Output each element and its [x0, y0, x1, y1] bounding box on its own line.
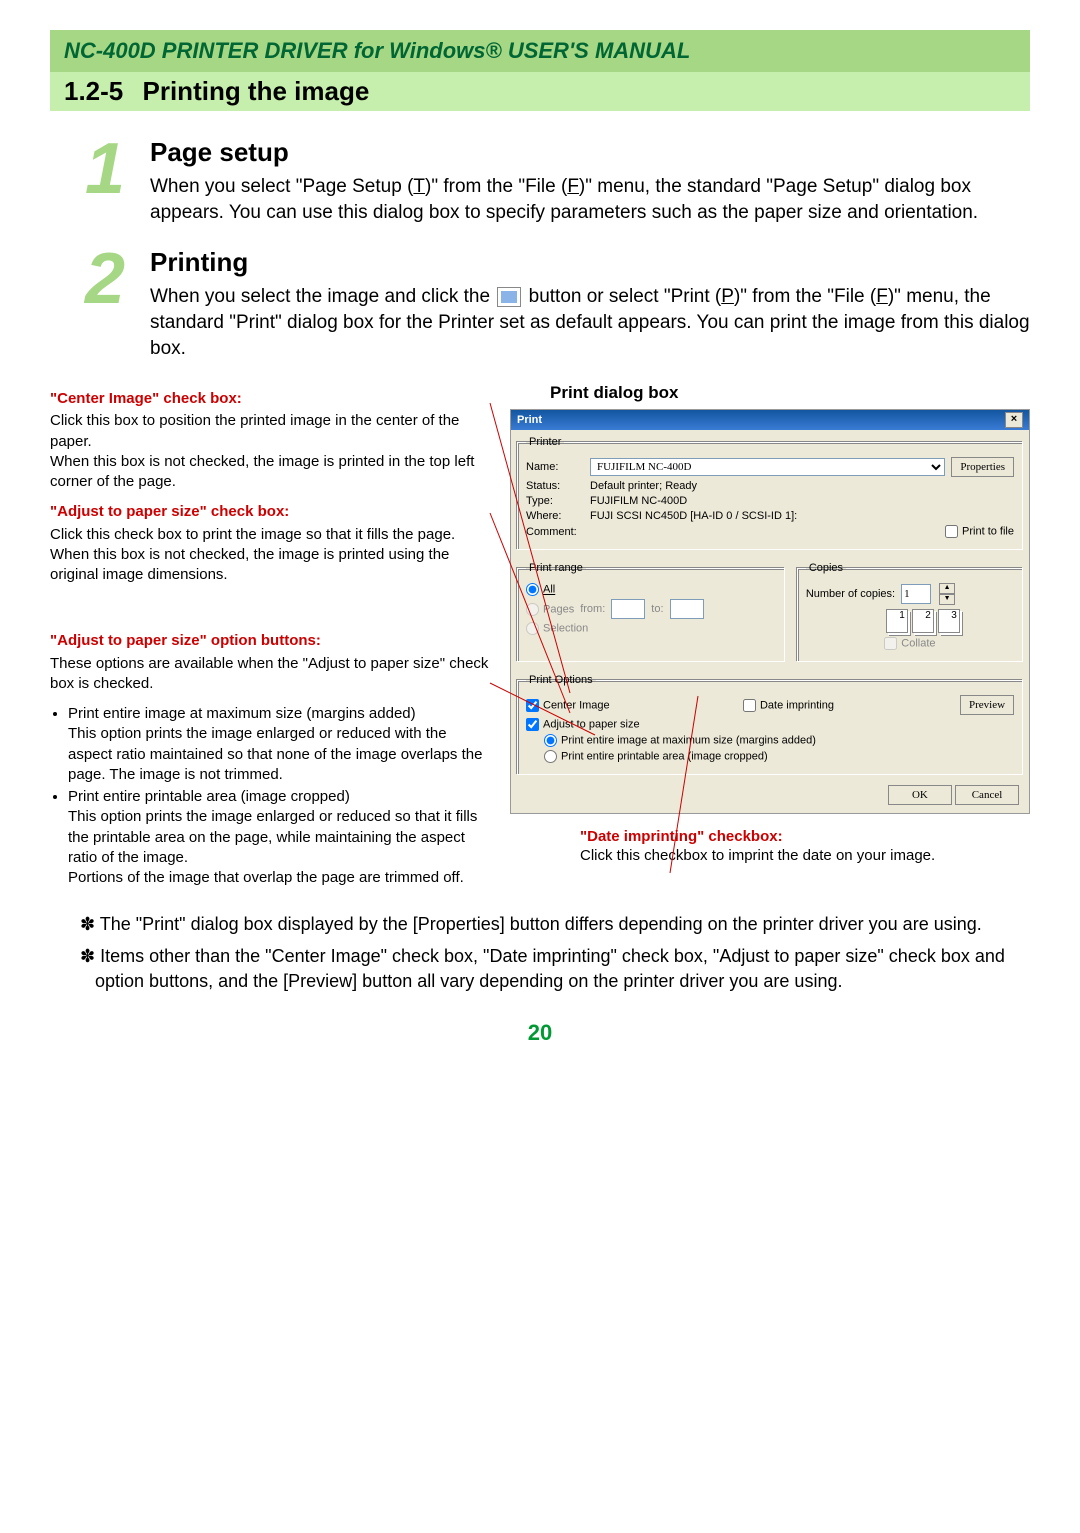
status-value: Default printer; Ready	[590, 480, 1014, 492]
printer-legend: Printer	[526, 436, 564, 448]
page-number: 20	[50, 1020, 1030, 1046]
range-selection-radio[interactable]: Selection	[526, 622, 588, 635]
where-label: Where:	[526, 510, 584, 522]
annotation-center-body: Click this box to position the printed i…	[50, 411, 490, 492]
print-toolbar-icon	[497, 287, 521, 307]
crop-radio[interactable]: Print entire printable area (image cropp…	[544, 750, 768, 763]
ok-button[interactable]: OK	[888, 785, 952, 805]
manual-header: NC-400D PRINTER DRIVER for Windows® USER…	[50, 30, 1030, 72]
collate-checkbox[interactable]: Collate	[884, 637, 935, 650]
annotation-options-intro: These options are available when the "Ad…	[50, 654, 490, 695]
close-button[interactable]: ×	[1005, 412, 1023, 428]
collate-icon: 123	[886, 609, 1014, 633]
print-dialog: Print × Printer Name: FUJIFILM NC-400D P…	[510, 409, 1030, 814]
footnote-1: ✽ The "Print" dialog box displayed by th…	[80, 912, 1030, 937]
print-to-file-checkbox[interactable]: Print to file	[945, 525, 1014, 538]
adjust-paper-checkbox[interactable]: Adjust to paper size	[526, 718, 640, 731]
range-from-input[interactable]	[611, 599, 645, 619]
step-heading: Page setup	[150, 137, 1030, 168]
dialog-title: Print	[517, 414, 542, 426]
step-text: When you select "Page Setup (T)" from th…	[150, 174, 1030, 225]
range-to-input[interactable]	[670, 599, 704, 619]
status-label: Status:	[526, 480, 584, 492]
step-heading: Printing	[150, 247, 1030, 278]
annotation-options-head: "Adjust to paper size" option buttons:	[50, 631, 490, 651]
annotation-option-bullet-1: Print entire image at maximum size (marg…	[68, 704, 490, 785]
annotation-date-body: Click this checkbox to imprint the date …	[580, 847, 1030, 864]
print-options-group: Print Options Center Image Date imprinti…	[517, 674, 1023, 775]
step-text: When you select the image and click the …	[150, 284, 1030, 361]
copies-input	[901, 584, 931, 604]
max-size-radio[interactable]: Print entire image at maximum size (marg…	[544, 734, 816, 747]
comment-label: Comment:	[526, 526, 584, 538]
footnotes: ✽ The "Print" dialog box displayed by th…	[50, 912, 1030, 994]
preview-button[interactable]: Preview	[960, 695, 1014, 715]
copies-spinner[interactable]: ▲▼	[939, 583, 955, 605]
range-legend: Print range	[526, 562, 586, 574]
copies-group: Copies Number of copies: ▲▼ 123 Collate	[797, 562, 1023, 662]
date-imprinting-checkbox[interactable]: Date imprinting	[743, 699, 954, 712]
footnote-2: ✽ Items other than the "Center Image" ch…	[80, 944, 1030, 994]
range-all-radio[interactable]: All	[526, 583, 555, 596]
range-pages-radio[interactable]: Pages	[526, 603, 574, 616]
where-value: FUJI SCSI NC450D [HA-ID 0 / SCSI-ID 1]:	[590, 510, 1014, 522]
printer-group: Printer Name: FUJIFILM NC-400D Propertie…	[517, 436, 1023, 550]
options-legend: Print Options	[526, 674, 596, 686]
name-label: Name:	[526, 461, 584, 473]
section-title-bar: 1.2-5 Printing the image	[50, 72, 1030, 111]
properties-button[interactable]: Properties	[951, 457, 1014, 477]
annotation-center-head: "Center Image" check box:	[50, 389, 490, 409]
section-title: Printing the image	[143, 76, 370, 106]
step-2: 2 Printing When you select the image and…	[60, 247, 1030, 361]
print-dialog-label: Print dialog box	[550, 383, 1030, 403]
type-label: Type:	[526, 495, 584, 507]
copies-legend: Copies	[806, 562, 846, 574]
center-image-checkbox[interactable]: Center Image	[526, 699, 737, 712]
step-number: 2	[60, 247, 150, 361]
annotation-date-head: "Date imprinting" checkbox:	[580, 828, 1030, 845]
annotation-option-bullet-2: Print entire printable area (image cropp…	[68, 787, 490, 888]
step-number: 1	[60, 137, 150, 225]
type-value: FUJIFILM NC-400D	[590, 495, 1014, 507]
step-1: 1 Page setup When you select "Page Setup…	[60, 137, 1030, 225]
printer-select[interactable]: FUJIFILM NC-400D	[590, 458, 945, 476]
copies-label: Number of copies:	[806, 588, 895, 600]
section-number: 1.2-5	[64, 76, 123, 106]
annotation-adjust-body: Click this check box to print the image …	[50, 525, 490, 586]
cancel-button[interactable]: Cancel	[955, 785, 1019, 805]
annotation-adjust-head: "Adjust to paper size" check box:	[50, 502, 490, 522]
print-range-group: Print range All Pages from: to: Selectio…	[517, 562, 785, 662]
